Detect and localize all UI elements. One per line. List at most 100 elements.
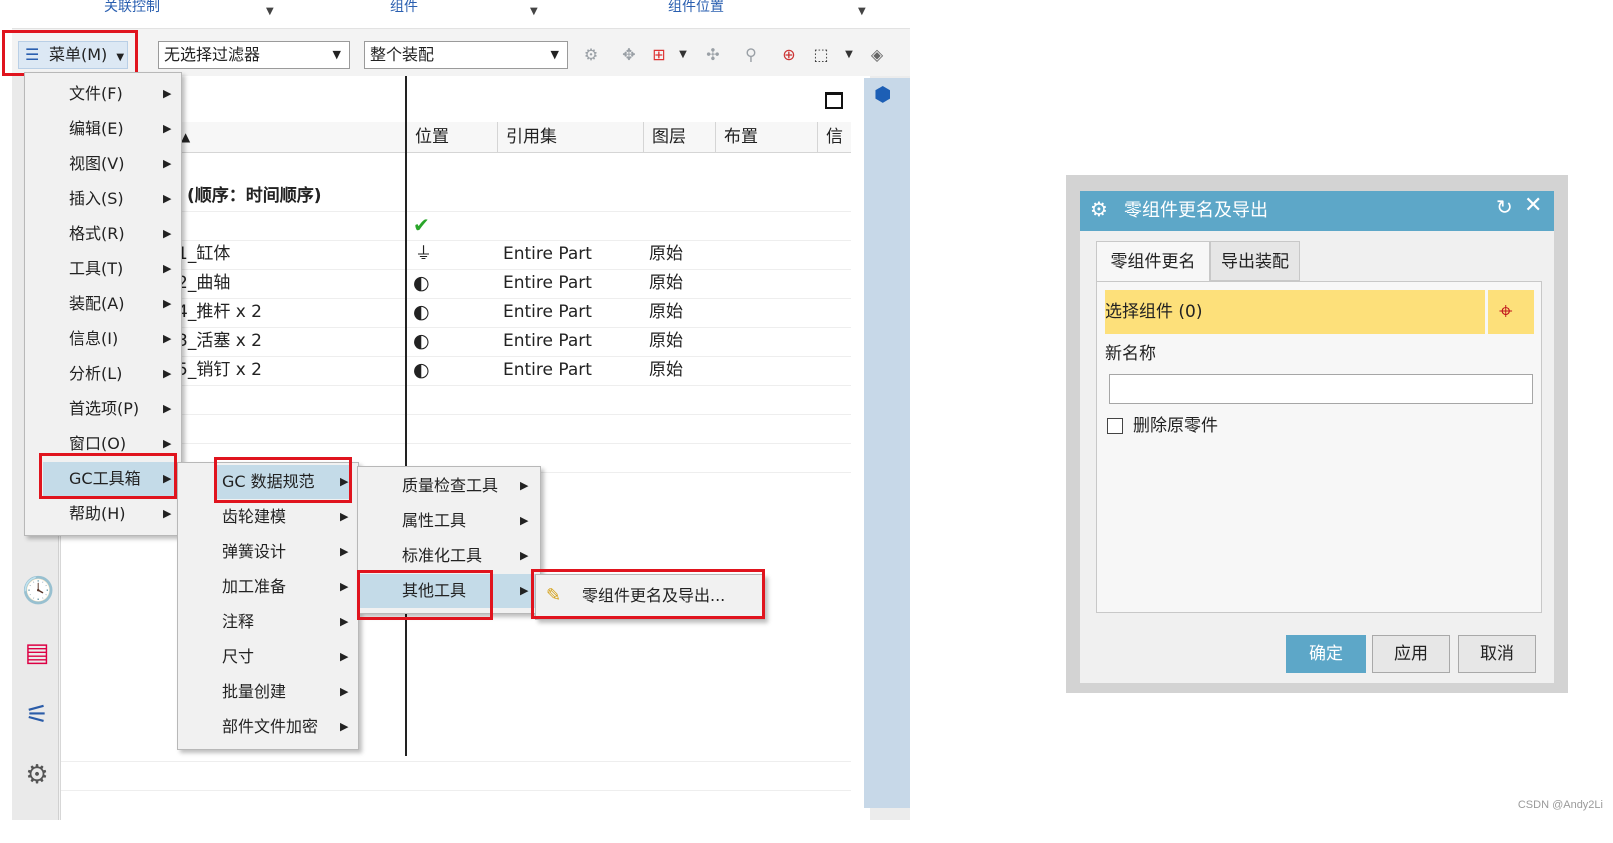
tab-rename[interactable]: 零组件更名 xyxy=(1096,241,1210,281)
move-icon[interactable]: ✥ xyxy=(618,44,640,66)
menu-item-view[interactable]: 视图(V) ▶ xyxy=(25,147,181,181)
menu-item-label: 弹簧设计 xyxy=(222,542,287,561)
reference-set: Entire Part xyxy=(503,360,592,380)
delete-original-label: 删除原零件 xyxy=(1133,416,1218,436)
assembly-icon[interactable]: ⚙ xyxy=(580,44,602,66)
rename-export-dialog: ⚙ 零组件更名及导出 ↻ ✕ 零组件更名 导出装配 选择组件 (0) ⌖ 新名称… xyxy=(1066,175,1568,693)
chevron-right-icon: ▶ xyxy=(163,402,172,415)
table-row[interactable] xyxy=(61,761,851,791)
menu-item-label: 分析(L) xyxy=(69,364,123,383)
close-icon[interactable]: ✕ xyxy=(1524,193,1542,218)
scope-combo[interactable]: 整个装配 ▼ xyxy=(364,41,568,69)
col-position[interactable]: 位置 xyxy=(406,122,496,152)
col-info[interactable]: 信息 xyxy=(817,122,851,152)
chevron-down-icon[interactable]: ▼ xyxy=(266,6,274,17)
component-name: 1_缸体 xyxy=(177,244,231,264)
ok-button[interactable]: 确定 xyxy=(1286,635,1366,673)
column-divider xyxy=(405,76,407,756)
menu-item-insert[interactable]: 插入(S) ▶ xyxy=(25,182,181,216)
menu-item-edit[interactable]: 编辑(E) ▶ xyxy=(25,112,181,146)
select-component-button[interactable]: ⌖ xyxy=(1488,290,1534,334)
select-all-icon[interactable]: ⊕ xyxy=(778,44,800,66)
new-name-input[interactable] xyxy=(1109,374,1533,404)
box-select-icon[interactable]: ⬚ xyxy=(810,44,832,66)
view-cube-icon[interactable]: ◈ xyxy=(866,44,888,66)
component-name: 3_活塞 x 2 xyxy=(177,331,262,351)
menu-item-label: 部件文件加密 xyxy=(222,717,319,736)
menu-item-analysis[interactable]: 分析(L) ▶ xyxy=(25,357,181,391)
menu-item-gear-modeling[interactable]: 齿轮建模 ▶ xyxy=(178,500,358,534)
menu-item-spring-design[interactable]: 弹簧设计 ▶ xyxy=(178,535,358,569)
menu-item-standardize-tools[interactable]: 标准化工具 ▶ xyxy=(358,539,540,573)
menu-item-annotation[interactable]: 注释 ▶ xyxy=(178,605,358,639)
robot-icon[interactable]: ⚙ xyxy=(22,760,52,790)
menu-item-file[interactable]: 文件(F) ▶ xyxy=(25,77,181,111)
filter-icon[interactable]: ⚲ xyxy=(740,44,762,66)
ribbon-group-component-position[interactable]: 组件位置 xyxy=(668,0,724,16)
menu-item-machining-prep[interactable]: 加工准备 ▶ xyxy=(178,570,358,604)
menu-item-label: 工具(T) xyxy=(69,259,124,278)
menu-item-batch-create[interactable]: 批量创建 ▶ xyxy=(178,675,358,709)
dialog-titlebar[interactable]: ⚙ 零组件更名及导出 ↻ ✕ xyxy=(1080,191,1554,231)
chevron-right-icon: ▶ xyxy=(163,227,172,240)
resource-tab[interactable]: ⬢ xyxy=(864,78,910,808)
maximize-icon[interactable] xyxy=(825,92,843,109)
highlight-box xyxy=(531,569,765,619)
component-name: 2_曲轴 xyxy=(177,273,231,293)
highlight-box xyxy=(39,453,177,499)
clock-icon[interactable]: 🕓 xyxy=(22,576,54,606)
chevron-down-icon[interactable]: ▼ xyxy=(858,6,866,17)
menu-item-file-encryption[interactable]: 部件文件加密 ▶ xyxy=(178,710,358,744)
menu-item-quality-check[interactable]: 质量检查工具 ▶ xyxy=(358,469,540,503)
analysis-icon[interactable]: ⚟ xyxy=(22,700,52,730)
menu-item-help[interactable]: 帮助(H) ▶ xyxy=(25,497,181,531)
chevron-right-icon: ▶ xyxy=(340,510,349,523)
chevron-down-icon: ▼ xyxy=(550,48,559,61)
col-reference-set[interactable]: 引用集 xyxy=(497,122,643,152)
menu-item-format[interactable]: 格式(R) ▶ xyxy=(25,217,181,251)
menu-item-label: 注释 xyxy=(222,612,255,631)
menu-item-label: 首选项(P) xyxy=(69,399,140,418)
part-navigator-icon[interactable]: ⬢ xyxy=(874,82,891,106)
col-layer[interactable]: 图层 xyxy=(643,122,715,152)
menu-item-label: 插入(S) xyxy=(69,189,124,208)
menu-item-info[interactable]: 信息(I) ▶ xyxy=(25,322,181,356)
point-icon[interactable]: ✣ xyxy=(702,44,724,66)
menu-item-preferences[interactable]: 首选项(P) ▶ xyxy=(25,392,181,426)
menu-item-label: 视图(V) xyxy=(69,154,125,173)
col-arrangement[interactable]: 布置 xyxy=(715,122,817,152)
delete-original-checkbox[interactable] xyxy=(1107,418,1123,434)
menu-item-label: 格式(R) xyxy=(69,224,125,243)
chevron-right-icon: ▶ xyxy=(163,367,172,380)
sort-ascending-icon[interactable]: ▲ xyxy=(181,122,190,152)
tab-export-assembly[interactable]: 导出装配 xyxy=(1210,241,1300,281)
menu-item-assembly[interactable]: 装配(A) ▶ xyxy=(25,287,181,321)
select-component-label: 选择组件 (0) xyxy=(1105,302,1203,322)
ribbon-group-constraint[interactable]: 关联控制 xyxy=(104,0,160,16)
chevron-down-icon[interactable]: ▼ xyxy=(530,6,538,17)
menu-item-attribute-tools[interactable]: 属性工具 ▶ xyxy=(358,504,540,538)
chevron-down-icon[interactable]: ▼ xyxy=(838,44,860,66)
reference-set: Entire Part xyxy=(503,302,592,322)
apply-button[interactable]: 应用 xyxy=(1372,635,1450,673)
reset-icon[interactable]: ↻ xyxy=(1496,195,1513,219)
ribbon-group-row: 关联控制 ▼ 组件 ▼ 组件位置 ▼ xyxy=(12,0,910,29)
menu-item-label: 加工准备 xyxy=(222,577,287,596)
chevron-down-icon[interactable]: ▼ xyxy=(672,44,694,66)
selection-filter-combo[interactable]: 无选择过滤器 ▼ xyxy=(158,41,350,69)
color-palette-icon[interactable]: ▤ xyxy=(22,638,52,668)
chevron-right-icon: ▶ xyxy=(340,650,349,663)
select-component-row[interactable]: 选择组件 (0) xyxy=(1105,290,1485,334)
menu-item-label: 质量检查工具 xyxy=(402,476,499,495)
highlight-box xyxy=(2,30,138,76)
ribbon-group-component[interactable]: 组件 xyxy=(390,0,418,16)
ground-icon: ⏚ xyxy=(415,244,432,264)
snap-point-icon[interactable]: ⊞ xyxy=(648,44,670,66)
layer: 原始 xyxy=(649,360,683,380)
chevron-right-icon: ▶ xyxy=(340,720,349,733)
menu-item-dimension[interactable]: 尺寸 ▶ xyxy=(178,640,358,674)
menu-item-tools[interactable]: 工具(T) ▶ xyxy=(25,252,181,286)
menu-item-label: 装配(A) xyxy=(69,294,125,313)
scope-value: 整个装配 xyxy=(370,45,435,64)
cancel-button[interactable]: 取消 xyxy=(1458,635,1536,673)
